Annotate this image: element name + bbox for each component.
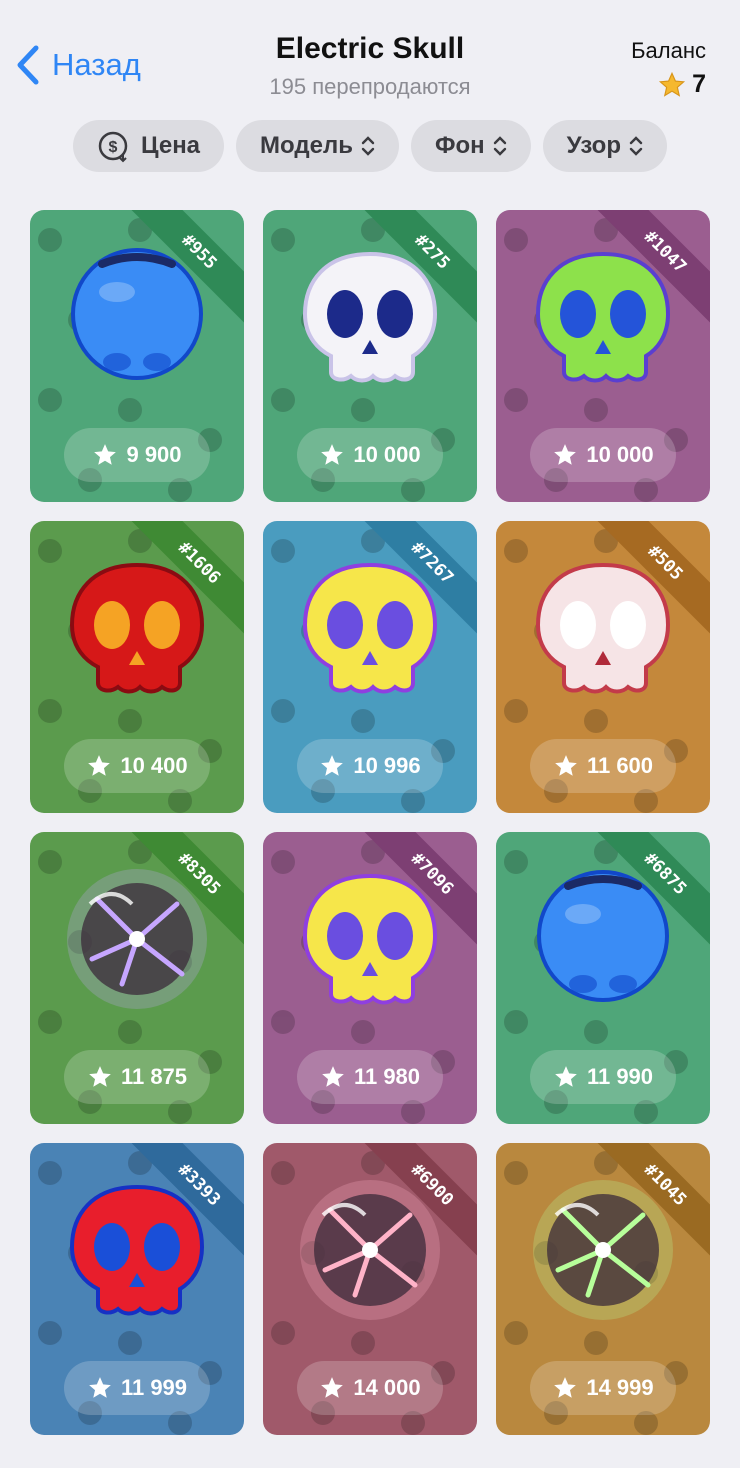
price-value: 11 980 xyxy=(353,1064,421,1089)
price-value: 10 996 xyxy=(353,753,421,778)
price-value: 10 000 xyxy=(586,442,654,467)
page-title: Electric Skull xyxy=(275,32,465,65)
price-sort-icon: $ xyxy=(98,131,128,163)
star-icon xyxy=(555,1066,577,1087)
orb-skull-icon xyxy=(537,870,669,1002)
gift-card[interactable]: #7096 11 980 xyxy=(263,832,477,1124)
filter-pattern[interactable]: Узор xyxy=(542,120,667,172)
star-icon xyxy=(554,444,577,465)
price-button[interactable]: 9 900 xyxy=(64,428,210,482)
gift-card[interactable]: #6875 11 990 xyxy=(496,832,710,1124)
star-icon xyxy=(554,1377,577,1398)
skull-icon xyxy=(302,562,438,694)
price-value: 10 000 xyxy=(353,442,421,467)
star-icon xyxy=(321,755,344,776)
filter-label: Цена xyxy=(141,132,201,159)
electric-orb-icon xyxy=(300,1180,440,1320)
gift-card[interactable]: #7267 10 996 xyxy=(263,521,477,813)
price-button[interactable]: 11 990 xyxy=(530,1050,676,1104)
price-button[interactable]: 10 000 xyxy=(530,428,676,482)
star-icon xyxy=(555,755,577,776)
price-value: 11 999 xyxy=(120,1375,188,1400)
gift-card[interactable]: #275 10 000 xyxy=(263,210,477,502)
chevron-updown-icon xyxy=(493,136,506,156)
star-icon xyxy=(321,1377,344,1398)
header: Назад Electric Skull 195 перепродаются Б… xyxy=(0,0,740,110)
star-icon xyxy=(321,444,344,465)
skull-icon xyxy=(69,562,205,694)
filter-model[interactable]: Модель xyxy=(236,120,399,172)
price-value: 11 600 xyxy=(586,753,654,778)
price-button[interactable]: 10 400 xyxy=(64,739,210,793)
filter-label: Модель xyxy=(260,132,353,159)
price-value: 11 875 xyxy=(120,1064,188,1089)
gift-card[interactable]: #1045 14 999 xyxy=(496,1143,710,1435)
skull-icon xyxy=(535,562,671,694)
star-icon xyxy=(89,1377,111,1398)
balance-row: 7 xyxy=(631,70,706,99)
gift-card[interactable]: #6900 14 000 xyxy=(263,1143,477,1435)
price-value: 9 900 xyxy=(126,442,182,467)
title-block: Electric Skull 195 перепродаются xyxy=(0,32,740,100)
balance-value: 7 xyxy=(692,70,706,98)
filter-label: Фон xyxy=(434,132,485,159)
price-button[interactable]: 10 000 xyxy=(297,428,443,482)
gift-card[interactable]: #505 11 600 xyxy=(496,521,710,813)
star-icon xyxy=(94,444,117,465)
gift-card[interactable]: #8305 11 875 xyxy=(30,832,244,1124)
gift-card[interactable]: #1606 10 400 xyxy=(30,521,244,813)
balance: Баланс 7 xyxy=(631,38,706,99)
price-button[interactable]: 10 996 xyxy=(297,739,443,793)
filter-price[interactable]: $ Цена xyxy=(73,120,225,172)
gift-grid: #955 9 900 #275 10 000 #1047 10 000 #1606 1… xyxy=(30,210,710,1435)
price-value: 14 000 xyxy=(353,1375,421,1400)
filter-bar: $ Цена Модель Фон Узор xyxy=(0,120,740,172)
price-value: 14 999 xyxy=(586,1375,654,1400)
balance-label: Баланс xyxy=(631,38,706,63)
electric-orb-icon xyxy=(67,869,207,1009)
price-button[interactable]: 14 999 xyxy=(530,1361,676,1415)
electric-orb-icon xyxy=(533,1180,673,1320)
skull-icon xyxy=(69,1184,205,1316)
svg-text:$: $ xyxy=(109,139,118,156)
chevron-updown-icon xyxy=(629,136,643,156)
price-button[interactable]: 11 875 xyxy=(64,1050,210,1104)
page-subtitle: 195 перепродаются xyxy=(269,74,471,99)
price-value: 10 400 xyxy=(120,753,188,778)
gift-card[interactable]: #1047 10 000 xyxy=(496,210,710,502)
price-button[interactable]: 11 999 xyxy=(64,1361,210,1415)
skull-icon xyxy=(302,873,438,1005)
price-button[interactable]: 11 600 xyxy=(530,739,676,793)
filter-label: Узор xyxy=(566,132,621,159)
price-button[interactable]: 11 980 xyxy=(297,1050,443,1104)
star-icon xyxy=(89,1066,111,1087)
skull-icon xyxy=(535,251,671,383)
price-button[interactable]: 14 000 xyxy=(297,1361,443,1415)
gift-card[interactable]: #3393 11 999 xyxy=(30,1143,244,1435)
skull-icon xyxy=(302,251,438,383)
star-icon xyxy=(659,71,686,97)
star-icon xyxy=(88,755,111,776)
filter-background[interactable]: Фон xyxy=(410,120,531,172)
orb-skull-icon xyxy=(71,248,203,380)
chevron-updown-icon xyxy=(361,136,375,156)
price-value: 11 990 xyxy=(586,1064,654,1089)
gift-card[interactable]: #955 9 900 xyxy=(30,210,244,502)
star-icon xyxy=(322,1066,344,1087)
